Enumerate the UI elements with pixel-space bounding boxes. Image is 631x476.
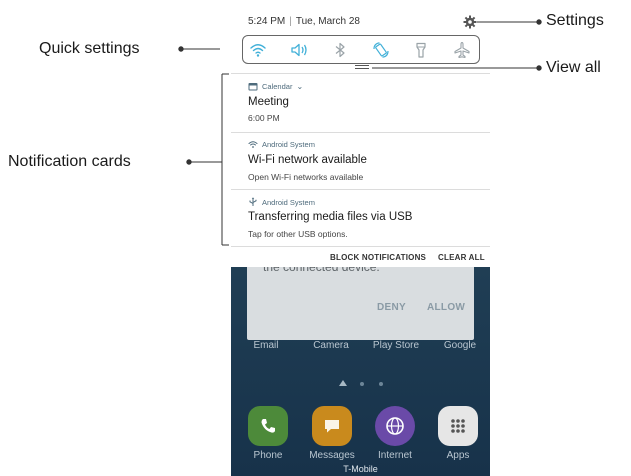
notification-app-name: Calendar (262, 82, 293, 91)
internet-app-icon[interactable] (375, 406, 415, 446)
flashlight-icon[interactable] (411, 40, 431, 60)
clear-all-button[interactable]: CLEAR ALL (438, 253, 485, 262)
status-bar: 5:24 PM | Tue, March 28 (248, 16, 360, 27)
app-label-google[interactable]: Google (430, 340, 490, 351)
notification-app-name: Android System (262, 197, 315, 207)
status-separator: | (289, 16, 292, 27)
notification-app-name: Android System (262, 140, 315, 149)
notification-panel: 5:24 PM | Tue, March 28 Calendar ⌄ Meeti… (231, 0, 490, 267)
chevron-down-icon[interactable]: ⌄ (296, 82, 303, 91)
dock-label-messages: Messages (309, 450, 355, 461)
bluetooth-icon[interactable] (330, 40, 350, 60)
calendar-icon (248, 83, 258, 91)
dock-label-apps: Apps (446, 450, 470, 461)
wifi-icon[interactable] (248, 40, 268, 60)
notification-title[interactable]: Wi-Fi network available (248, 154, 367, 166)
allow-button[interactable]: ALLOW (427, 302, 465, 313)
divider (231, 132, 490, 133)
date: Tue, March 28 (295, 16, 360, 27)
notification-title[interactable]: Meeting (248, 96, 289, 108)
apps-drawer-icon[interactable] (438, 406, 478, 446)
carrier-label: T-Mobile (343, 464, 378, 474)
view-all-handle[interactable] (355, 65, 369, 69)
notification-title[interactable]: Transferring media files via USB (248, 211, 412, 223)
page-indicator (339, 380, 389, 388)
view-all-callout: View all (546, 59, 601, 76)
quick-settings-callout: Quick settings (39, 40, 140, 57)
app-label-camera[interactable]: Camera (301, 340, 361, 351)
notification-body: 6:00 PM (248, 113, 280, 123)
quick-settings-bar (242, 35, 480, 64)
wifi-icon (248, 141, 258, 148)
notification-cards-callout: Notification cards (8, 153, 131, 170)
airplane-mode-icon[interactable] (452, 40, 472, 60)
phone-app-icon[interactable] (248, 406, 288, 446)
app-label-email[interactable]: Email (236, 340, 296, 351)
notification-header: Android System (248, 140, 315, 149)
notification-header: Android System (248, 197, 315, 207)
app-label-play-store[interactable]: Play Store (366, 340, 426, 351)
divider (231, 73, 490, 74)
notification-body: Tap for other USB options. (248, 229, 348, 239)
deny-button[interactable]: DENY (377, 302, 406, 313)
clock: 5:24 PM (248, 16, 286, 27)
auto-rotate-icon[interactable] (371, 40, 391, 60)
sound-icon[interactable] (289, 40, 309, 60)
settings-callout: Settings (546, 12, 604, 29)
divider (231, 246, 490, 247)
dock-label-phone: Phone (253, 450, 283, 461)
block-notifications-button[interactable]: BLOCK NOTIFICATIONS (330, 253, 426, 262)
divider (231, 189, 490, 190)
messages-app-icon[interactable] (312, 406, 352, 446)
notification-body: Open Wi-Fi networks available (248, 172, 364, 182)
dock-label-internet: Internet (378, 450, 412, 461)
usb-icon (249, 197, 257, 206)
notification-header: Calendar ⌄ (248, 82, 303, 91)
gear-icon[interactable] (463, 15, 477, 29)
